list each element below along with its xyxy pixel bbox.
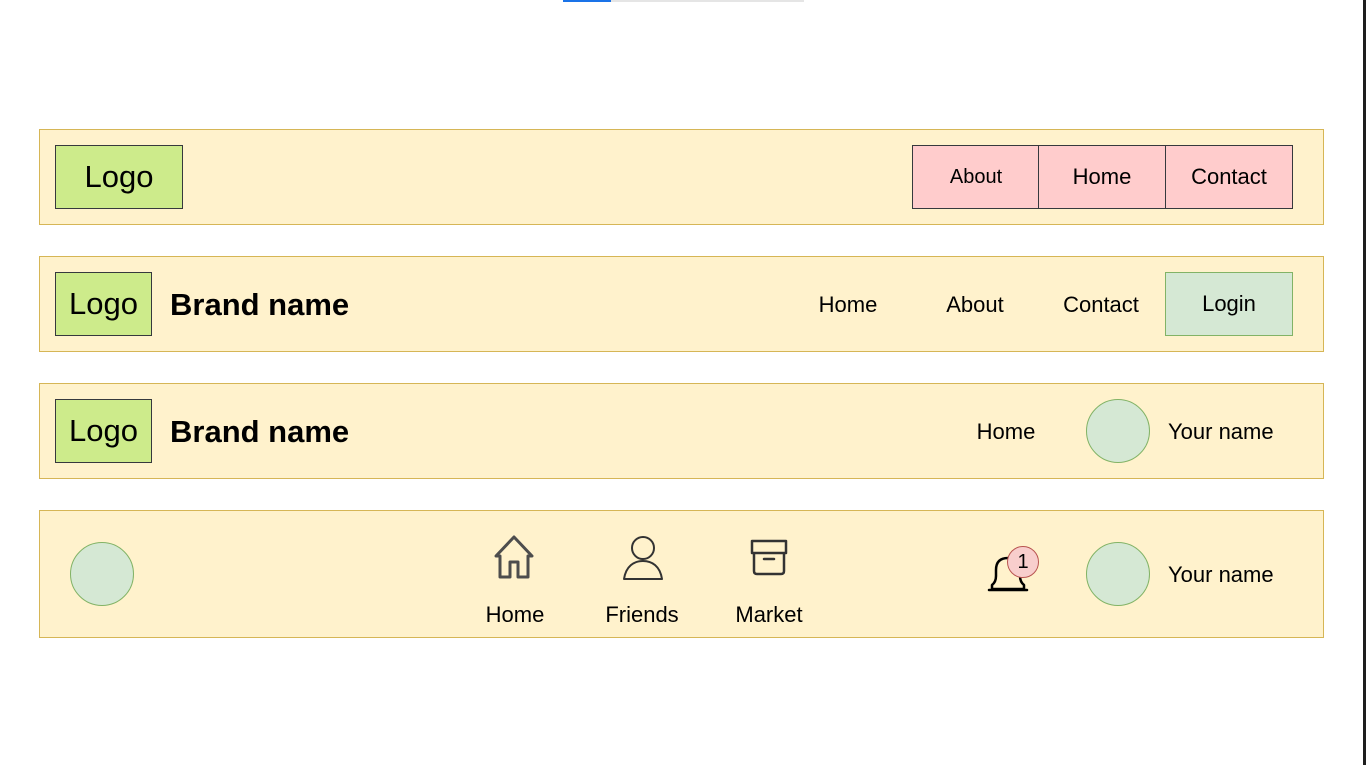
nav-label-home[interactable]: Home bbox=[486, 604, 545, 626]
logo[interactable]: Logo bbox=[55, 145, 183, 209]
nav-link-contact[interactable]: Contact bbox=[1165, 145, 1293, 209]
logo[interactable]: Logo bbox=[55, 272, 152, 336]
user-name[interactable]: Your name bbox=[1168, 421, 1274, 443]
user-name[interactable]: Your name bbox=[1168, 564, 1274, 586]
avatar[interactable] bbox=[1086, 542, 1150, 606]
top-scroll-accent bbox=[563, 0, 611, 2]
login-button[interactable]: Login bbox=[1165, 272, 1293, 336]
store-icon[interactable] bbox=[749, 538, 789, 576]
avatar[interactable] bbox=[70, 542, 134, 606]
notification-badge: 1 bbox=[1007, 546, 1039, 578]
brand-name: Brand name bbox=[170, 287, 350, 322]
brand-name: Brand name bbox=[170, 414, 350, 449]
avatar[interactable] bbox=[1086, 399, 1150, 463]
navbar-4: Home Friends Market 1 Your name bbox=[39, 510, 1324, 638]
logo[interactable]: Logo bbox=[55, 399, 152, 463]
nav-label-market[interactable]: Market bbox=[735, 604, 802, 626]
home-icon[interactable] bbox=[493, 534, 535, 580]
nav-link-home[interactable]: Home bbox=[977, 421, 1036, 443]
navbar-3: Logo Brand name Home Your name bbox=[39, 383, 1324, 479]
nav-link-about[interactable]: About bbox=[912, 145, 1040, 209]
nav-link-contact[interactable]: Contact bbox=[1063, 294, 1139, 316]
nav-link-home[interactable]: Home bbox=[1038, 145, 1166, 209]
nav-label-friends[interactable]: Friends bbox=[605, 604, 678, 626]
navbar-2: Logo Brand name Home About Contact Login bbox=[39, 256, 1324, 352]
person-icon[interactable] bbox=[621, 535, 665, 581]
navbar-1: Logo About Home Contact bbox=[39, 129, 1324, 225]
nav-link-about[interactable]: About bbox=[946, 294, 1004, 316]
nav-link-home[interactable]: Home bbox=[819, 294, 878, 316]
